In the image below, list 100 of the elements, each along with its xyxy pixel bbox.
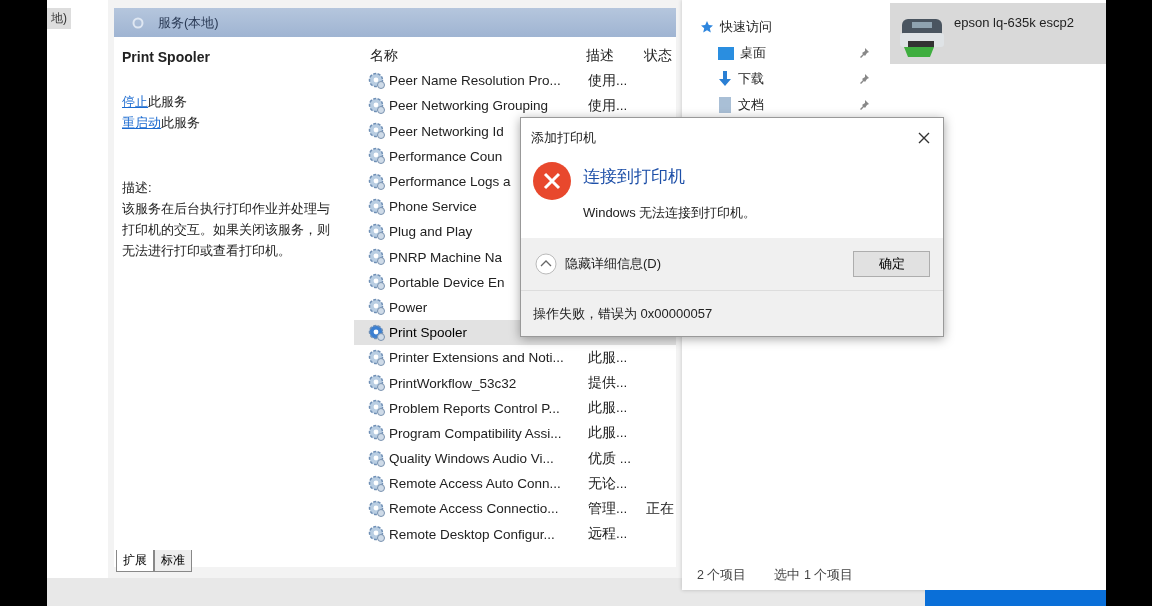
service-description: 管理... (588, 499, 629, 518)
view-tab[interactable]: 扩展 (116, 550, 154, 572)
gear-icon (368, 71, 386, 90)
gear-icon (368, 222, 386, 241)
service-description: 此服... (588, 348, 629, 367)
service-name: Peer Networking Grouping (389, 98, 549, 114)
service-name: Plug and Play (389, 224, 473, 240)
service-name: Quality Windows Audio Vi... (389, 451, 554, 467)
service-row[interactable]: Peer Networking Grouping 使用... (354, 93, 676, 119)
service-description: 远程... (588, 525, 629, 544)
error-details: 操作失败，错误为 0x00000057 (533, 304, 713, 323)
service-name: Peer Networking Id (389, 123, 504, 139)
pin-icon[interactable] (858, 73, 870, 85)
nav-label: 桌面 (740, 44, 767, 62)
action-link[interactable]: 停止 (122, 94, 148, 109)
column-header[interactable]: 名称 (368, 46, 586, 65)
nav-item[interactable]: 下载 (700, 66, 870, 92)
gear-icon (368, 399, 386, 418)
gear-icon (368, 298, 386, 317)
nav-label: 下载 (738, 70, 765, 88)
service-description: 使用... (588, 71, 629, 90)
gear-icon (368, 525, 386, 544)
service-description: 此服... (588, 399, 629, 418)
header-title: 服务(本地) (158, 13, 219, 32)
service-name: Remote Access Connectio... (389, 501, 559, 517)
service-name: Performance Coun (389, 148, 503, 164)
service-description: 使用... (588, 96, 629, 115)
service-name: Program Compatibility Assi... (389, 425, 562, 441)
pin-icon[interactable] (858, 99, 870, 111)
pin-icon[interactable] (858, 47, 870, 59)
star-icon (700, 20, 714, 34)
gear-icon (368, 374, 386, 393)
description-label: 描述: (122, 179, 153, 197)
ok-button[interactable]: 确定 (853, 251, 930, 277)
dialog-heading: 连接到打印机 (583, 166, 686, 188)
service-name: Portable Device En (389, 274, 505, 290)
gear-icon (368, 499, 386, 518)
service-description: 此服... (588, 424, 629, 443)
status-text: 2 个项目 (697, 567, 747, 584)
nav-item[interactable]: 文档 (700, 92, 870, 118)
service-row[interactable]: Remote Access Connectio... 管理... 正在 (354, 496, 676, 522)
service-name: PrintWorkflow_53c32 (389, 375, 517, 391)
search-icon (132, 16, 144, 29)
service-name: Power (389, 299, 428, 315)
service-row[interactable]: PrintWorkflow_53c32 提供... (354, 370, 676, 396)
service-name: Remote Access Auto Conn... (389, 476, 561, 492)
service-row[interactable]: Program Compatibility Assi... 此服... (354, 420, 676, 446)
nav-item[interactable]: 桌面 (700, 40, 870, 66)
action-text: 重启动此服务 (122, 114, 201, 132)
dialog-message: Windows 无法连接到打印机。 (583, 204, 757, 222)
nav-label: 快速访问 (720, 18, 773, 36)
gear-icon (368, 348, 386, 367)
gear-icon (368, 197, 386, 216)
service-name: PNRP Machine Na (389, 249, 503, 265)
service-name: Remote Desktop Configur... (389, 526, 555, 542)
nav-label: 文档 (738, 96, 765, 114)
service-row[interactable]: Printer Extensions and Noti... 此服... (354, 345, 676, 371)
service-title: Print Spooler (122, 49, 211, 65)
gear-icon (368, 474, 386, 493)
service-name: Phone Service (389, 199, 477, 215)
service-description: 优质 ... (588, 449, 632, 468)
gear-icon (368, 273, 386, 292)
action-text: 停止此服务 (122, 93, 188, 111)
service-row[interactable]: Peer Name Resolution Pro... 使用... (354, 68, 676, 94)
gear-icon (368, 449, 386, 468)
column-header[interactable]: 状态 (644, 46, 674, 65)
service-description: 无论... (588, 474, 629, 493)
description-text: 该服务在后台执行打印作业并处理与打印机的交互。如果关闭该服务，则无法进行打印或查看打印机。 (122, 200, 331, 260)
service-name: Peer Name Resolution Pro... (389, 73, 561, 89)
document-icon (718, 97, 732, 113)
file-item[interactable]: epson lq-635k escp2 (890, 3, 1106, 64)
details-toggle[interactable]: 隐藏详细信息(D) (535, 253, 662, 275)
service-name: Print Spooler (389, 325, 468, 341)
service-description: 提供... (588, 374, 629, 393)
gear-icon (368, 323, 386, 342)
gear-icon (368, 122, 386, 141)
tree-item[interactable]: 地) (47, 8, 71, 29)
gear-icon (368, 424, 386, 443)
file-name: epson lq-635k escp2 (954, 15, 1074, 30)
view-tab[interactable]: 标准 (154, 550, 192, 572)
gear-icon (368, 172, 386, 191)
gear-icon (368, 96, 386, 115)
service-row[interactable]: Remote Desktop Configur... 远程... (354, 521, 676, 547)
desktop-icon (718, 46, 734, 60)
service-row[interactable]: Remote Access Auto Conn... 无论... (354, 471, 676, 497)
action-link[interactable]: 重启动 (122, 115, 161, 130)
gear-icon (368, 147, 386, 166)
service-row[interactable]: Plug and Play (354, 219, 676, 245)
service-name: Problem Reports Control P... (389, 400, 560, 416)
gear-icon (368, 248, 386, 267)
column-header[interactable]: 描述 (586, 46, 644, 65)
service-row[interactable]: Problem Reports Control P... 此服... (354, 395, 676, 421)
service-name: Performance Logs a (389, 174, 511, 190)
service-status: 正在 (646, 499, 675, 518)
error-icon (533, 162, 571, 200)
download-icon (718, 71, 732, 87)
service-row[interactable]: Quality Windows Audio Vi... 优质 ... (354, 446, 676, 472)
status-text: 选中 1 个项目 (774, 567, 854, 584)
service-name: Printer Extensions and Noti... (389, 350, 564, 366)
nav-item[interactable]: 快速访问 (700, 14, 870, 40)
